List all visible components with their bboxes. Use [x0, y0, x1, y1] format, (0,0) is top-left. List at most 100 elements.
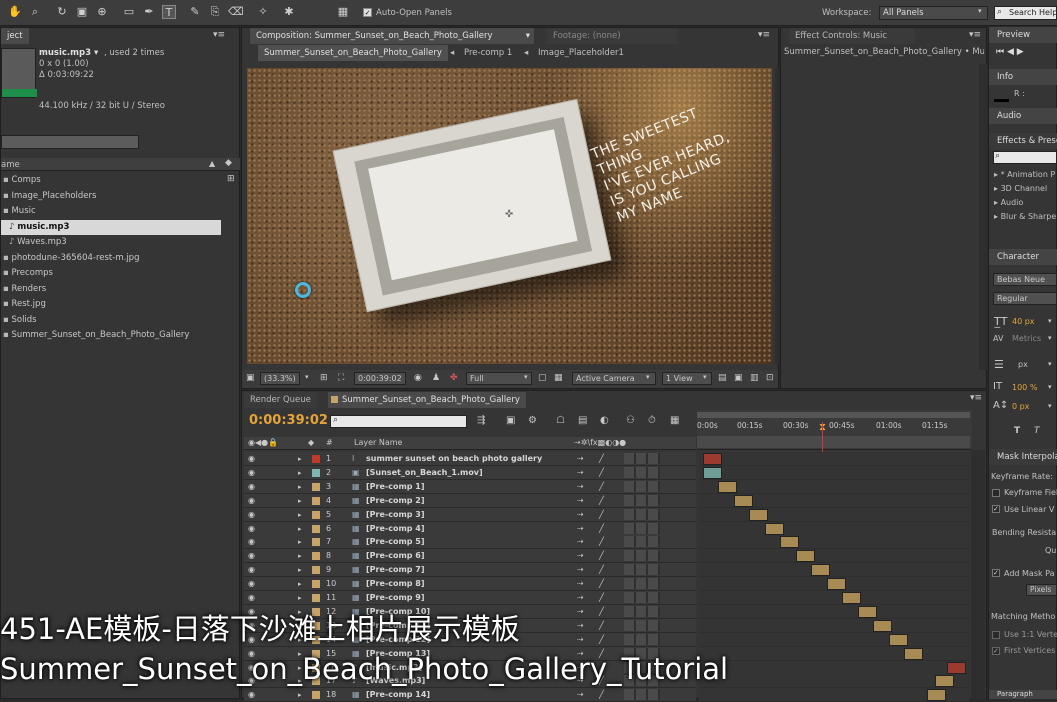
- switch-cells[interactable]: [624, 536, 660, 548]
- layer-duration-bar[interactable]: [888, 633, 908, 646]
- channel-icon[interactable]: ✤: [450, 373, 458, 383]
- label-column-icon[interactable]: ◆: [308, 438, 314, 447]
- type-tool-icon[interactable]: T: [162, 5, 176, 19]
- composition-tab[interactable]: Composition: Summer_Sunset_on_Beach_Phot…: [250, 28, 534, 44]
- project-item[interactable]: ▪ Solids: [1, 313, 221, 328]
- switch-cells[interactable]: [624, 494, 660, 506]
- av-features-icon[interactable]: ◉◀●🔒: [248, 438, 278, 447]
- quality-switch-icon[interactable]: ╱: [599, 480, 604, 494]
- layer-duration-bar[interactable]: [733, 494, 753, 507]
- font-size-value[interactable]: 40 px: [1012, 317, 1035, 326]
- quality-switch-icon[interactable]: ╱: [599, 466, 604, 480]
- eye-icon[interactable]: ◉: [248, 452, 255, 466]
- eraser-tool-icon[interactable]: ⌫: [228, 5, 244, 19]
- expand-arrow-icon[interactable]: ▸: [298, 508, 302, 522]
- quality-switch-icon[interactable]: ╱: [599, 688, 604, 702]
- chevron-down-icon[interactable]: ▾: [1048, 334, 1052, 342]
- layer-duration-bar[interactable]: [935, 675, 954, 688]
- quality-switch-icon[interactable]: ╱: [599, 633, 604, 647]
- switch-cells[interactable]: [624, 592, 660, 603]
- project-item[interactable]: ▪ photodune-365604-rest-m.jpg: [1, 251, 221, 266]
- project-tab[interactable]: ject: [1, 28, 29, 44]
- shy-switch-icon[interactable]: ⇢: [577, 452, 584, 466]
- switch-cells[interactable]: [624, 453, 660, 464]
- layer-duration-bar[interactable]: [764, 522, 784, 535]
- pan-behind-tool-icon[interactable]: ⊕: [95, 5, 109, 19]
- shy-switch-icon[interactable]: ⇢: [577, 688, 584, 702]
- zoom-tool-icon[interactable]: ⌕: [28, 5, 42, 19]
- layer-name[interactable]: summer sunset on beach photo gallery: [366, 452, 542, 466]
- label-color-icon[interactable]: [312, 455, 320, 463]
- shy-switch-icon[interactable]: ⇢: [577, 563, 584, 577]
- panel-menu-icon[interactable]: ▾≡: [758, 30, 770, 40]
- expand-arrow-icon[interactable]: ▸: [298, 563, 302, 577]
- switch-cells[interactable]: [624, 564, 660, 576]
- keyframe-fields-checkbox[interactable]: [992, 489, 1000, 497]
- shy-icon[interactable]: ☖: [556, 415, 565, 426]
- add-mask-checkbox[interactable]: ✓: [992, 569, 1000, 577]
- label-color-icon[interactable]: [312, 552, 320, 561]
- layer-name[interactable]: [Pre-comp 4]: [366, 522, 425, 536]
- camera-select[interactable]: Active Camera: [572, 372, 656, 385]
- expand-arrow-icon[interactable]: ▸: [298, 494, 302, 508]
- quality-switch-icon[interactable]: ╱: [599, 591, 604, 605]
- layer-duration-bar[interactable]: [947, 661, 966, 674]
- effects-category[interactable]: ▸ Audio: [994, 198, 1023, 207]
- expand-arrow-icon[interactable]: ▸: [298, 480, 302, 494]
- switch-cells[interactable]: [624, 522, 660, 534]
- viewer-timecode[interactable]: 0:00:39:02: [354, 372, 406, 385]
- layer-name[interactable]: [Pre-comp 1]: [366, 480, 425, 494]
- layer-row[interactable]: ◉ ▸ 10 ▦ [Pre-comp 8] ⇢ ╱: [244, 577, 696, 592]
- first-vertices-checkbox[interactable]: ✓: [992, 647, 1000, 655]
- quality-switch-icon[interactable]: ╱: [599, 605, 604, 619]
- hand-tool-icon[interactable]: ✋: [8, 5, 22, 19]
- breadcrumb-comp[interactable]: Summer_Sunset_on_Beach_Photo_Gallery: [258, 45, 448, 61]
- preview-panel-header[interactable]: Preview: [989, 27, 1057, 43]
- pixels-select[interactable]: Pixels: [1026, 584, 1057, 596]
- brainstorm-icon[interactable]: ⚇: [626, 415, 635, 426]
- layer-row[interactable]: ◉ ▸ 8 ▦ [Pre-comp 6] ⇢ ╱: [244, 549, 696, 564]
- rectangle-tool-icon[interactable]: ▭: [122, 5, 136, 19]
- effects-presets-header[interactable]: Effects & Prese: [989, 133, 1057, 149]
- layer-duration-bar[interactable]: [749, 508, 768, 521]
- project-item[interactable]: ♪ Waves.mp3: [1, 235, 221, 250]
- switch-cells[interactable]: [624, 633, 660, 645]
- layer-duration-bar[interactable]: [873, 619, 892, 632]
- label-color-icon[interactable]: [312, 580, 320, 589]
- chevron-down-icon[interactable]: ▾: [1048, 402, 1052, 410]
- eye-icon[interactable]: ◉: [248, 522, 255, 536]
- eye-icon[interactable]: ◉: [248, 480, 255, 494]
- label-color-icon[interactable]: [312, 468, 320, 477]
- project-item[interactable]: ▪ Precomps: [1, 266, 221, 281]
- shy-switch-icon[interactable]: ⇢: [577, 549, 584, 563]
- current-time-display[interactable]: 0:00:39:02: [249, 413, 328, 428]
- effects-search-input[interactable]: [993, 151, 1057, 164]
- timeline-comp-tab[interactable]: Summer_Sunset_on_Beach_Photo_Gallery: [328, 392, 526, 408]
- layer-name[interactable]: [Pre-comp 8]: [366, 577, 425, 591]
- puppet-tool-icon[interactable]: ✱: [282, 5, 296, 19]
- toggle-pixel-icon[interactable]: ▤: [718, 373, 727, 383]
- motion-blur-icon[interactable]: ◐: [600, 415, 609, 426]
- frame-blending-icon[interactable]: ▤: [578, 415, 587, 426]
- quality-switch-icon[interactable]: ╱: [599, 452, 604, 466]
- kerning-value[interactable]: Metrics: [1012, 334, 1041, 343]
- label-color-icon[interactable]: [312, 482, 320, 491]
- timeline-search-input[interactable]: [330, 415, 467, 428]
- switch-cells[interactable]: [624, 605, 660, 617]
- mask-icon[interactable]: ⛶: [338, 373, 344, 383]
- layer-row[interactable]: ◉ ▸ 6 ▦ [Pre-comp 4] ⇢ ╱: [244, 521, 696, 536]
- fast-preview-icon[interactable]: ▣: [734, 373, 743, 383]
- faux-italic-icon[interactable]: T: [1034, 426, 1040, 436]
- rotate-tool-icon[interactable]: ↻: [55, 5, 69, 19]
- layer-name[interactable]: [Sunset_on_Beach_1.mov]: [366, 466, 483, 480]
- graph-icon[interactable]: ▦: [670, 415, 679, 426]
- expand-arrow-icon[interactable]: ▸: [298, 522, 302, 536]
- project-item[interactable]: ▪ Comps: [1, 173, 221, 188]
- project-item[interactable]: ▪ Rest.jpg: [1, 297, 221, 312]
- chevron-down-icon[interactable]: ▾: [526, 28, 530, 44]
- label-color-icon[interactable]: [312, 566, 320, 575]
- layer-name[interactable]: [Pre-comp 6]: [366, 549, 425, 563]
- label-color-icon[interactable]: [312, 510, 320, 519]
- grid-icon[interactable]: ⊞: [320, 373, 328, 383]
- camera-tool-icon[interactable]: ▣: [75, 5, 89, 19]
